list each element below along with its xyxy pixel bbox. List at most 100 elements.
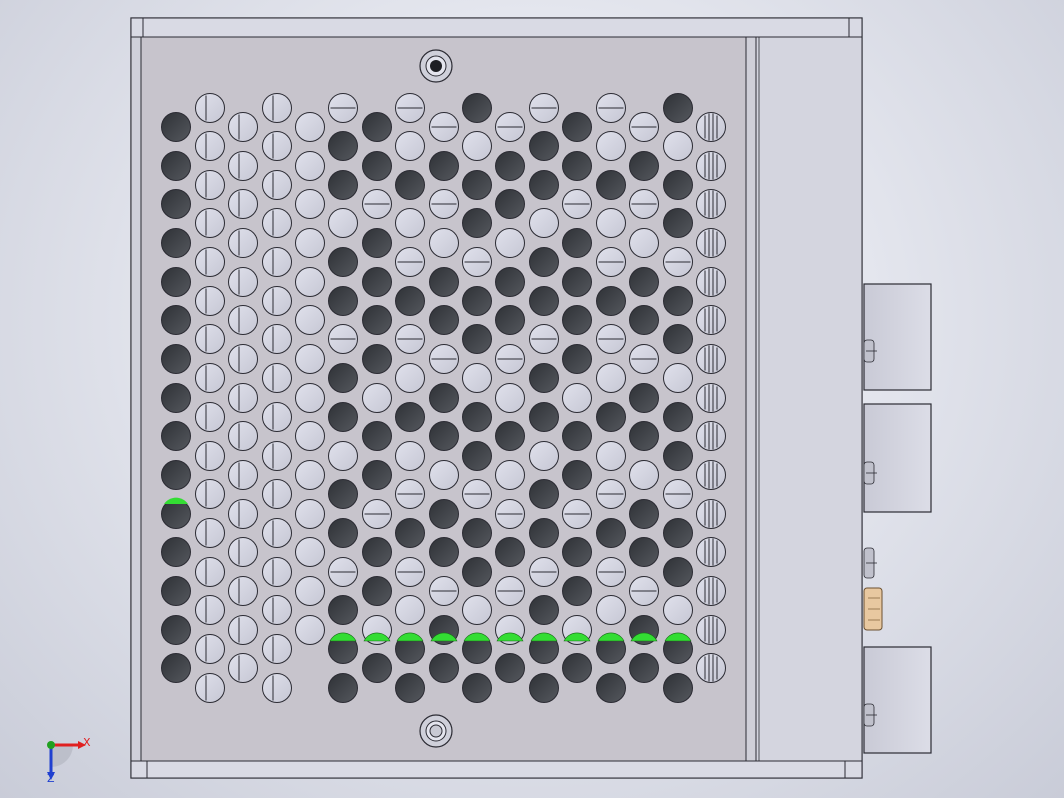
vent-hole xyxy=(562,460,592,490)
vent-hole xyxy=(295,615,325,645)
vent-hole xyxy=(395,363,425,393)
vent-hole xyxy=(696,228,726,258)
vent-hole xyxy=(495,305,525,335)
vent-hole xyxy=(328,402,358,432)
vent-hole xyxy=(228,615,258,645)
vent-hole xyxy=(495,189,525,219)
vent-hole xyxy=(228,267,258,297)
vent-hole xyxy=(429,383,459,413)
vent-hole xyxy=(328,131,358,161)
vent-hole xyxy=(228,537,258,567)
vent-hole xyxy=(295,112,325,142)
vent-hole xyxy=(161,267,191,297)
side-rail[interactable] xyxy=(755,36,863,762)
fuse-holder[interactable] xyxy=(863,587,883,631)
vent-hole xyxy=(262,324,292,354)
vent-hole xyxy=(262,479,292,509)
vent-hole xyxy=(596,363,626,393)
vent-hole xyxy=(228,383,258,413)
vent-hole xyxy=(295,267,325,297)
vent-hole xyxy=(195,402,225,432)
vent-hole xyxy=(596,402,626,432)
vent-hole xyxy=(228,499,258,529)
vent-hole xyxy=(228,189,258,219)
vent-hole xyxy=(395,673,425,703)
vent-hole xyxy=(228,344,258,374)
vent-hole xyxy=(696,189,726,219)
vent-hole xyxy=(195,673,225,703)
axis-x-label: X xyxy=(83,736,91,749)
vent-hole xyxy=(195,208,225,238)
vent-hole xyxy=(696,537,726,567)
vent-hole xyxy=(262,170,292,200)
vent-hole xyxy=(161,421,191,451)
vent-hole xyxy=(328,208,358,238)
vent-hole xyxy=(362,421,392,451)
vent-hole xyxy=(462,518,492,548)
vent-hole xyxy=(328,518,358,548)
connector-terminal-1[interactable] xyxy=(863,283,932,391)
vent-hole xyxy=(529,170,559,200)
vent-hole xyxy=(562,653,592,683)
vent-hole xyxy=(529,131,559,161)
vent-hole xyxy=(462,557,492,587)
vent-hole xyxy=(462,363,492,393)
vent-hole xyxy=(663,595,693,625)
vent-hole xyxy=(462,208,492,238)
vent-hole xyxy=(395,402,425,432)
vent-hole xyxy=(696,576,726,606)
vent-hole xyxy=(262,93,292,123)
vent-hole xyxy=(295,421,325,451)
vent-hole xyxy=(629,228,659,258)
vent-hole xyxy=(161,615,191,645)
vent-hole xyxy=(696,112,726,142)
vent-hole xyxy=(562,228,592,258)
vent-hole xyxy=(161,537,191,567)
vent-hole xyxy=(562,305,592,335)
vent-hole xyxy=(195,324,225,354)
vent-hole xyxy=(596,518,626,548)
vent-hole xyxy=(262,286,292,316)
vent-hole xyxy=(161,151,191,181)
vent-hole xyxy=(362,151,392,181)
vent-hole xyxy=(462,93,492,123)
vent-hole xyxy=(395,595,425,625)
vent-hole xyxy=(195,479,225,509)
vent-hole xyxy=(429,460,459,490)
vent-hole xyxy=(195,595,225,625)
vent-hole xyxy=(429,305,459,335)
vent-hole xyxy=(429,653,459,683)
vent-hole xyxy=(228,305,258,335)
vent-hole xyxy=(562,421,592,451)
vent-hole xyxy=(529,402,559,432)
vent-hole xyxy=(328,286,358,316)
vent-hole xyxy=(629,383,659,413)
connector-post[interactable] xyxy=(863,547,877,579)
coordinate-triad-icon: X Z xyxy=(47,736,91,785)
connector-terminal-3[interactable] xyxy=(863,646,932,754)
vent-hole xyxy=(161,189,191,219)
vent-hole xyxy=(596,673,626,703)
bottom-screw-icon[interactable] xyxy=(419,714,453,748)
vent-hole xyxy=(362,228,392,258)
cad-viewport[interactable]: X Z xyxy=(0,0,1064,798)
connector-terminal-2[interactable] xyxy=(863,403,932,513)
vent-hole xyxy=(395,286,425,316)
vent-hole xyxy=(362,267,392,297)
vent-hole xyxy=(462,595,492,625)
top-frame xyxy=(130,17,863,38)
vent-hole xyxy=(495,383,525,413)
vent-hole xyxy=(362,653,392,683)
vent-hole xyxy=(328,363,358,393)
vent-hole xyxy=(629,653,659,683)
vent-hole xyxy=(262,131,292,161)
vent-hole xyxy=(195,286,225,316)
vent-hole xyxy=(262,595,292,625)
vent-hole xyxy=(262,518,292,548)
vent-hole xyxy=(295,151,325,181)
top-screw-icon[interactable] xyxy=(419,49,453,83)
vent-hole xyxy=(629,151,659,181)
vent-hole xyxy=(362,112,392,142)
vent-hole xyxy=(161,653,191,683)
vent-hole xyxy=(429,228,459,258)
